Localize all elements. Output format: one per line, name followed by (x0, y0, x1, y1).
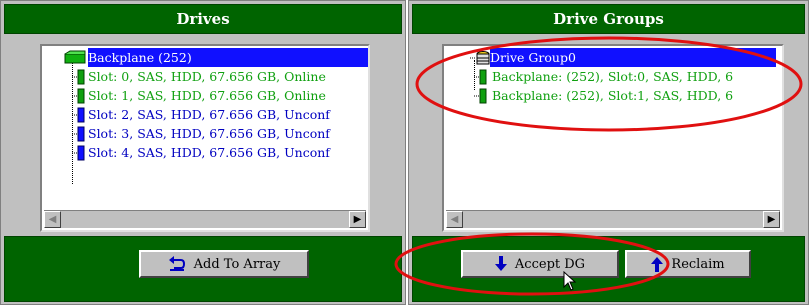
tree-node-slot-1[interactable]: Slot: 1, SAS, HDD, 67.656 GB, Online (42, 86, 368, 105)
tree-node-dg-slot-0[interactable]: Backplane: (252), Slot:0, SAS, HDD, 6 (444, 67, 782, 86)
add-to-array-button[interactable]: Add To Array (139, 250, 309, 278)
mouse-cursor-icon (563, 271, 577, 291)
backplane-icon (64, 50, 86, 64)
horizontal-scrollbar[interactable]: ◀ ▶ (44, 210, 366, 228)
drives-tree[interactable]: Backplane (252) Slot: 0, SAS, HDD, 67.65… (40, 44, 370, 232)
accept-dg-button[interactable]: Accept DG (461, 250, 619, 278)
tree-node-slot-2[interactable]: Slot: 2, SAS, HDD, 67.656 GB, Unconf (42, 105, 368, 124)
tree-node-label: Drive Group0 (490, 48, 776, 67)
tree-node-label: Backplane: (252), Slot:0, SAS, HDD, 6 (492, 69, 734, 84)
add-to-array-label: Add To Array (193, 256, 281, 272)
scroll-right-icon[interactable]: ▶ (349, 211, 366, 228)
drive-online-icon (474, 88, 487, 104)
tree-node-slot-3[interactable]: Slot: 3, SAS, HDD, 67.656 GB, Unconf (42, 124, 368, 143)
accept-dg-label: Accept DG (514, 256, 586, 272)
reclaim-button[interactable]: Reclaim (625, 250, 751, 278)
tree-node-label: Backplane (252) (88, 48, 368, 67)
drive-online-icon (72, 88, 85, 104)
drive-groups-header: Drive Groups (412, 4, 805, 34)
tree-node-label: Slot: 3, SAS, HDD, 67.656 GB, Unconf (88, 126, 330, 141)
drive-online-icon (72, 69, 85, 85)
scroll-left-icon[interactable]: ◀ (446, 211, 463, 228)
horizontal-scrollbar[interactable]: ◀ ▶ (446, 210, 780, 228)
drive-online-icon (474, 69, 487, 85)
drives-header: Drives (4, 4, 402, 34)
drives-panel: Drives Backplane (252) Slot: 0, SAS, HDD… (0, 0, 406, 305)
drive-unconf-icon (72, 126, 85, 142)
drive-group-icon (470, 51, 490, 65)
tree-node-dg-slot-1[interactable]: Backplane: (252), Slot:1, SAS, HDD, 6 (444, 86, 782, 105)
drive-groups-panel: Drive Groups Drive Group0 Backplane: (25… (408, 0, 809, 305)
drive-groups-body: Drive Group0 Backplane: (252), Slot:0, S… (412, 37, 805, 233)
reclaim-label: Reclaim (671, 256, 725, 272)
scroll-left-icon[interactable]: ◀ (44, 211, 61, 228)
tree-node-backplane[interactable]: Backplane (252) (42, 48, 368, 67)
drive-unconf-icon (72, 145, 85, 161)
tree-node-label: Slot: 1, SAS, HDD, 67.656 GB, Online (88, 88, 326, 103)
scroll-right-icon[interactable]: ▶ (763, 211, 780, 228)
undo-arrow-icon (168, 256, 185, 271)
drives-body: Backplane (252) Slot: 0, SAS, HDD, 67.65… (4, 37, 402, 233)
tree-node-label: Slot: 2, SAS, HDD, 67.656 GB, Unconf (88, 107, 330, 122)
drive-groups-footer: Accept DG Reclaim (412, 236, 805, 302)
arrow-down-icon (494, 256, 507, 271)
drives-footer: Add To Array (4, 236, 402, 302)
arrow-up-icon (651, 257, 664, 272)
tree-node-drive-group0[interactable]: Drive Group0 (444, 48, 782, 67)
drive-unconf-icon (72, 107, 85, 123)
tree-node-label: Slot: 0, SAS, HDD, 67.656 GB, Online (88, 69, 326, 84)
tree-node-slot-4[interactable]: Slot: 4, SAS, HDD, 67.656 GB, Unconf (42, 143, 368, 162)
tree-node-slot-0[interactable]: Slot: 0, SAS, HDD, 67.656 GB, Online (42, 67, 368, 86)
drive-groups-tree[interactable]: Drive Group0 Backplane: (252), Slot:0, S… (442, 44, 784, 232)
tree-node-label: Backplane: (252), Slot:1, SAS, HDD, 6 (492, 88, 734, 103)
tree-node-label: Slot: 4, SAS, HDD, 67.656 GB, Unconf (88, 145, 330, 160)
